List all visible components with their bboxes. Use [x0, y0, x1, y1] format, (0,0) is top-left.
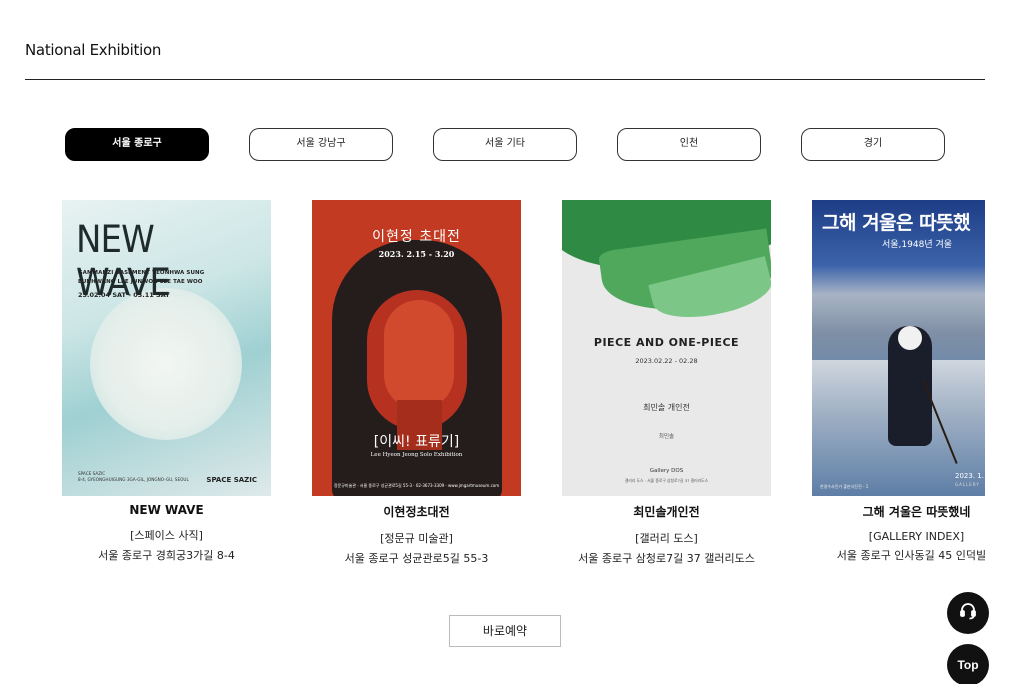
section-title: National Exhibition: [25, 41, 162, 59]
exhibition-venue: [갤러리 도스]: [635, 532, 698, 545]
exhibition-poster[interactable]: NEW WAVE GAMMANZI BASEMENT YEONHWA SUNG …: [62, 200, 271, 496]
tab-incheon[interactable]: 인천: [617, 128, 761, 161]
poster-footer: 정문규미술관 · 서울 종로구 성균관로5길 55-3 · 02-3673-33…: [333, 483, 500, 488]
poster-subtitle: 서울,1948년 겨울: [882, 240, 953, 250]
exhibition-venue: [GALLERY INDEX]: [868, 530, 965, 543]
exhibition-card[interactable]: 그해 겨울은 따뜻했 서울,1948년 겨울 2023. 1. GALLERY …: [812, 200, 985, 563]
headset-chat-icon: [959, 602, 977, 624]
exhibition-address: 서울 종로구 삼청로7길 37 갤러리도스: [578, 552, 755, 565]
title-divider: [25, 79, 985, 80]
exhibition-poster[interactable]: PIECE AND ONE-PIECE 2023.02.22 - 02.28 최…: [562, 200, 771, 496]
region-tabs: 서울 종로구 서울 강남구 서울 기타 인천 경기: [65, 128, 945, 161]
exhibition-poster[interactable]: 이현정 초대전 2023. 2.15 - 3.20 [이씨! 표류기] Lee …: [312, 200, 521, 496]
reserve-button[interactable]: 바로예약: [449, 615, 561, 647]
poster-dates: 23.02.04 SAT - 03.11 SAT: [78, 291, 170, 299]
exhibition-title[interactable]: 이현정초대전: [312, 503, 521, 520]
exhibition-venue: [정문규 미술관]: [380, 532, 453, 545]
exhibition-address: 서울 종로구 인사동길 45 인덕빌딩: [836, 549, 985, 562]
poster-artists-line: EUNHWANG LEE JUNWON LEE TAE WOO: [78, 279, 203, 285]
poster-headline: 이현정 초대전: [372, 229, 461, 245]
exhibition-card[interactable]: 이현정 초대전 2023. 2.15 - 3.20 [이씨! 표류기] Lee …: [312, 200, 521, 566]
poster-artist-name: 최민솔 개인전: [643, 403, 690, 412]
poster-headline: PIECE AND ONE-PIECE: [593, 336, 740, 349]
scroll-top-button[interactable]: Top: [947, 644, 989, 684]
tab-seoul-gangnam[interactable]: 서울 강남구: [249, 128, 393, 161]
chat-button[interactable]: [947, 592, 989, 634]
poster-figure-hood: [898, 326, 922, 350]
poster-dates: 2023. 2.15 - 3.20: [378, 249, 455, 259]
exhibition-title[interactable]: 최민솔개인전: [562, 503, 771, 520]
exhibition-card[interactable]: NEW WAVE GAMMANZI BASEMENT YEONHWA SUNG …: [62, 200, 271, 563]
poster-brand: SPACE SAZIC: [206, 476, 257, 484]
poster-footer: 한영수사진가 출판사진전 - 1: [820, 484, 869, 489]
poster-subtitle: [이씨! 표류기]: [373, 434, 460, 450]
poster-circle-graphic: [90, 288, 242, 440]
poster-face-highlight: [384, 300, 454, 410]
poster-brand: GALLERY: [955, 482, 980, 487]
tab-gyeonggi[interactable]: 경기: [801, 128, 945, 161]
exhibition-card[interactable]: PIECE AND ONE-PIECE 2023.02.22 - 02.28 최…: [562, 200, 771, 566]
exhibition-address: 서울 종로구 경희궁3가길 8-4: [98, 549, 235, 562]
poster-footer: SPACE SAZIC 8-4, GYEONGHUIGUNG 3GA-GIL, …: [78, 471, 189, 483]
poster-dates: 2023.02.22 - 02.28: [635, 357, 698, 365]
tab-seoul-jongno[interactable]: 서울 종로구: [65, 128, 209, 161]
poster-artists-line: GAMMANZI BASEMENT YEONHWA SUNG: [78, 270, 205, 276]
exhibition-venue: [스페이스 사직]: [130, 529, 203, 542]
exhibition-carousel[interactable]: NEW WAVE GAMMANZI BASEMENT YEONHWA SUNG …: [25, 200, 985, 570]
exhibition-title[interactable]: 그해 겨울은 따뜻했네: [812, 503, 985, 520]
poster-footer: 갤러리 도스 · 서울 종로구 삼청로7길 37 갤러리도스: [624, 478, 709, 483]
tab-seoul-other[interactable]: 서울 기타: [433, 128, 577, 161]
poster-dates: 2023. 1.: [955, 472, 984, 480]
exhibition-title[interactable]: NEW WAVE: [62, 503, 271, 517]
poster-footer-line: 8-4, GYEONGHUIGUNG 3GA-GIL, JONGNO-GU, S…: [78, 477, 189, 482]
exhibition-address: 서울 종로구 성균관로5길 55-3: [344, 552, 489, 565]
poster-brand: Gallery DOS: [649, 468, 684, 474]
poster-headline: 그해 겨울은 따뜻했: [822, 212, 971, 234]
poster-english-title: Lee Hyeon Jeong Solo Exhibition: [370, 452, 463, 458]
poster-signature: 최민솔: [658, 434, 675, 440]
exhibition-poster[interactable]: 그해 겨울은 따뜻했 서울,1948년 겨울 2023. 1. GALLERY …: [812, 200, 985, 496]
